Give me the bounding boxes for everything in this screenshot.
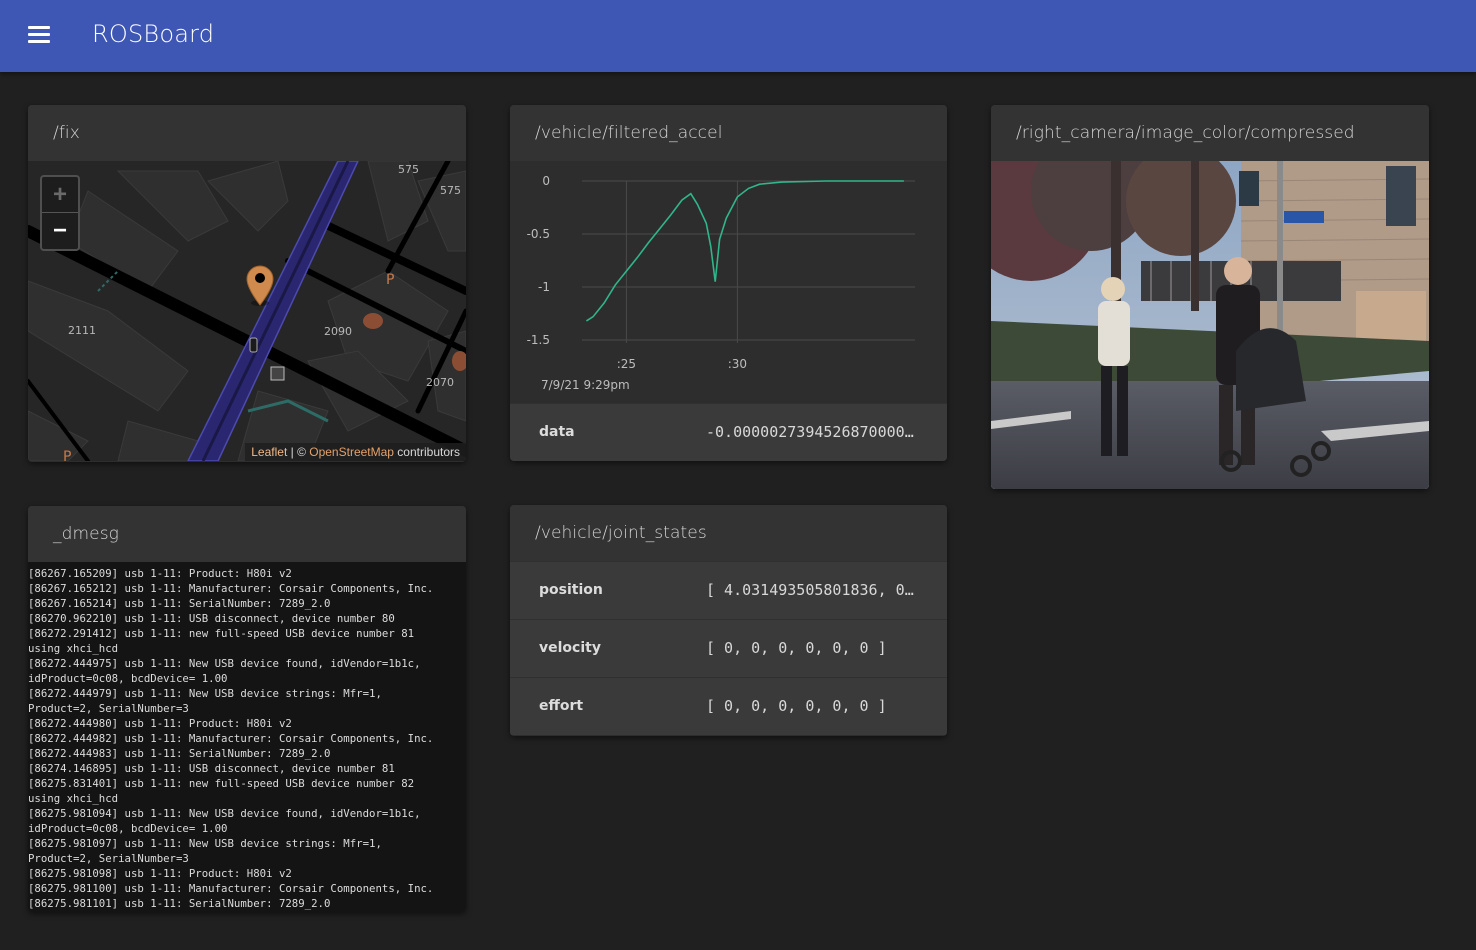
field-value: [ 0, 0, 0, 0, 0, 0 ] [706, 697, 887, 715]
zoom-out-button[interactable]: − [42, 213, 78, 249]
y-tick-label: -1.5 [527, 333, 550, 347]
map-label: 2090 [324, 325, 352, 338]
data-field-row: velocity [ 0, 0, 0, 0, 0, 0 ] [510, 619, 947, 677]
leaflet-link[interactable]: Leaflet [251, 445, 287, 459]
hamburger-menu-icon[interactable] [22, 20, 56, 50]
field-label: position [539, 582, 603, 598]
card-title: /vehicle/joint_states [535, 523, 707, 543]
data-field-row: effort [ 0, 0, 0, 0, 0, 0 ] [510, 677, 947, 735]
parking-label: P [63, 449, 71, 461]
field-value: -0.000002739452687000000 [706, 423, 916, 441]
accel-chart: 0 -0.5 -1 -1.5 :25 :30 7/9/21 9:29pm [527, 174, 915, 392]
card-title: /vehicle/filtered_accel [535, 123, 723, 143]
zoom-control: + − [40, 175, 80, 251]
map-tiles: 575 575 2111 2090 2070 P P [28, 161, 466, 461]
card-title: _dmesg [53, 524, 119, 544]
dmesg-card: _dmesg [86267.165209] usb 1-11: Product:… [28, 506, 466, 912]
dmesg-log[interactable]: [86267.165209] usb 1-11: Product: H80i v… [28, 562, 466, 912]
y-tick-label: -1 [538, 280, 550, 294]
parking-label: P [386, 272, 394, 288]
fix-card: /fix 575 575 2111 2090 2070 P P + − Leaf… [28, 105, 466, 462]
field-value: [ 0, 0, 0, 0, 0, 0 ] [706, 639, 887, 657]
map-attribution: Leaflet | © OpenStreetMap contributors [245, 443, 466, 461]
card-header [28, 105, 466, 161]
x-axis-caption: 7/9/21 9:29pm [541, 378, 630, 392]
data-field-row: position [ 4.031493505801836, 0, 0, 0, 0… [510, 561, 947, 619]
attribution-suffix: contributors [393, 445, 460, 459]
camera-card: /right_camera/image_color/compressed [991, 105, 1429, 489]
field-label: effort [539, 698, 584, 714]
x-tick-label: :25 [617, 357, 636, 371]
traffic-signal-icon [249, 337, 258, 353]
osm-link[interactable]: OpenStreetMap [309, 445, 394, 459]
data-field-row: data -0.000002739452687000000 [510, 403, 947, 461]
card-title: /right_camera/image_color/compressed [1016, 123, 1355, 143]
y-tick-label: -0.5 [527, 227, 550, 241]
camera-image [991, 161, 1429, 489]
app-bar: ROSBoard [0, 0, 1476, 72]
x-tick-label: :30 [728, 357, 747, 371]
field-value: [ 4.031493505801836, 0, 0, 0, 0, 0 ] [706, 581, 916, 599]
map-label: 2111 [68, 324, 96, 337]
map-label: 2070 [426, 376, 454, 389]
transit-icon [270, 366, 285, 381]
series-line [585, 180, 904, 322]
map-view[interactable]: 575 575 2111 2090 2070 P P + − Leaflet |… [28, 161, 466, 461]
field-label: velocity [539, 640, 601, 656]
y-tick-label: 0 [542, 174, 550, 188]
zoom-in-button[interactable]: + [42, 177, 78, 213]
card-title: /fix [53, 123, 80, 143]
attribution-separator: | © [287, 445, 310, 459]
filtered-accel-card: /vehicle/filtered_accel 0 -0.5 -1 -1.5 :25 :3… [510, 105, 947, 461]
dmesg-text: [86267.165209] usb 1-11: Product: H80i v… [28, 567, 434, 910]
map-label: 575 [398, 163, 419, 176]
app-title: ROSBoard [92, 20, 215, 48]
joint-states-card: /vehicle/joint_states position [ 4.03149… [510, 505, 947, 736]
field-label: data [539, 424, 575, 440]
map-label: 575 [440, 184, 461, 197]
